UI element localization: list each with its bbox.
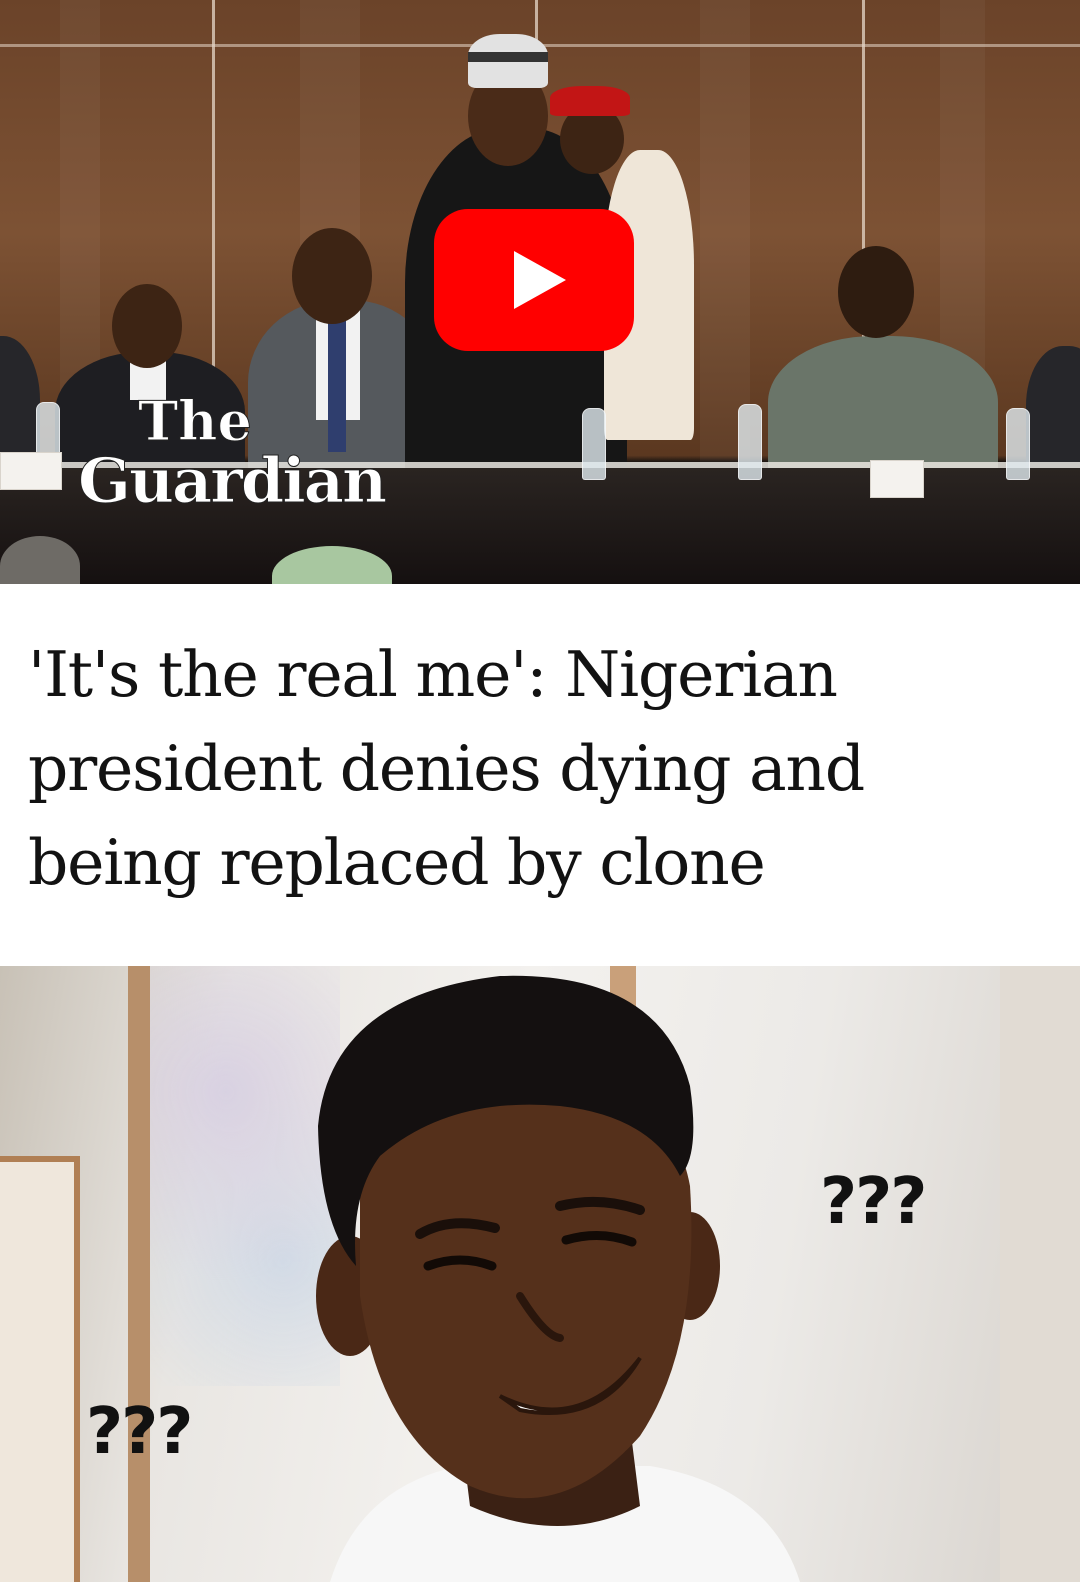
confused-reaction-photo (0, 966, 1080, 1582)
question-marks-right: ??? (820, 1165, 927, 1239)
video-thumbnail[interactable]: The Guardian (0, 0, 1080, 584)
water-bottle (738, 404, 762, 480)
youtube-play-icon[interactable] (434, 209, 634, 351)
svg-text:Guardian: Guardian (78, 444, 386, 517)
guardian-logo: The Guardian (78, 390, 389, 518)
water-bottle (582, 408, 606, 480)
meme-image: The Guardian 'It's the real me': Nigeria… (0, 0, 1080, 1582)
confused-man (316, 975, 800, 1582)
water-bottle (1006, 408, 1030, 480)
name-card (0, 452, 62, 490)
question-marks-left: ??? (86, 1395, 193, 1469)
name-card (870, 460, 924, 498)
article-headline[interactable]: 'It's the real me': Nigerian president d… (28, 628, 1048, 910)
